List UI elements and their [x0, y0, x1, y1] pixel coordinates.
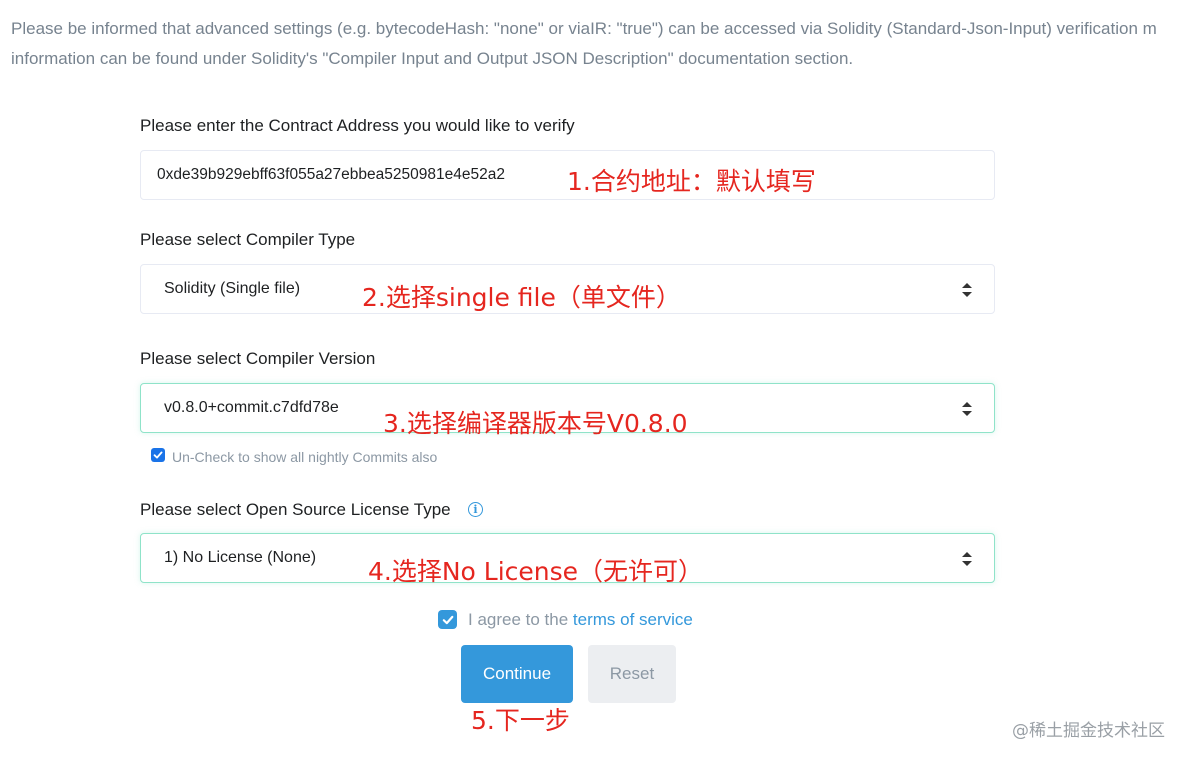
- contract-address-label: Please enter the Contract Address you wo…: [140, 116, 575, 135]
- compiler-type-label: Please select Compiler Type: [140, 230, 356, 249]
- license-type-label: Please select Open Source License Type: [140, 500, 451, 519]
- check-icon: [153, 451, 163, 459]
- annotation-4: 4.选择No License（无许可）: [368, 557, 704, 586]
- annotation-3: 3.选择编译器版本号V0.8.0: [383, 409, 688, 438]
- compiler-version-selected: v0.8.0+commit.c7dfd78e: [164, 399, 339, 416]
- reset-button[interactable]: Reset: [588, 645, 676, 703]
- notice-line-1: Please be informed that advanced setting…: [11, 19, 1157, 38]
- advanced-settings-notice: Please be informed that advanced setting…: [11, 14, 1185, 74]
- compiler-type-selected: Solidity (Single file): [164, 280, 301, 297]
- select-arrows-icon: [962, 552, 972, 566]
- select-arrows-icon: [962, 402, 972, 416]
- contract-address-value: 0xde39b929ebff63f055a27ebbea5250981e4e52…: [157, 166, 505, 183]
- select-arrows-icon: [962, 283, 972, 297]
- watermark: @稀土掘金技术社区: [1012, 721, 1165, 741]
- terms-prefix: I agree to the: [468, 610, 573, 629]
- verify-contract-page: Please be informed that advanced setting…: [0, 0, 1185, 759]
- annotation-2: 2.选择single file（单文件）: [362, 283, 681, 312]
- annotation-5: 5.下一步: [471, 706, 570, 735]
- annotation-1: 1.合约地址：默认填写: [567, 167, 816, 196]
- terms-checkbox[interactable]: [438, 610, 457, 629]
- license-type-selected: 1) No License (None): [164, 549, 317, 566]
- info-icon[interactable]: i: [468, 502, 483, 517]
- terms-of-service-link[interactable]: terms of service: [573, 610, 693, 629]
- compiler-version-label: Please select Compiler Version: [140, 349, 376, 368]
- continue-button[interactable]: Continue: [461, 645, 573, 703]
- notice-line-2: information can be found under Solidity'…: [11, 49, 854, 68]
- terms-label: I agree to the terms of service: [468, 610, 693, 630]
- nightly-commits-label: Un-Check to show all nightly Commits als…: [172, 449, 438, 465]
- nightly-commits-checkbox[interactable]: [151, 448, 165, 462]
- check-icon: [442, 615, 453, 624]
